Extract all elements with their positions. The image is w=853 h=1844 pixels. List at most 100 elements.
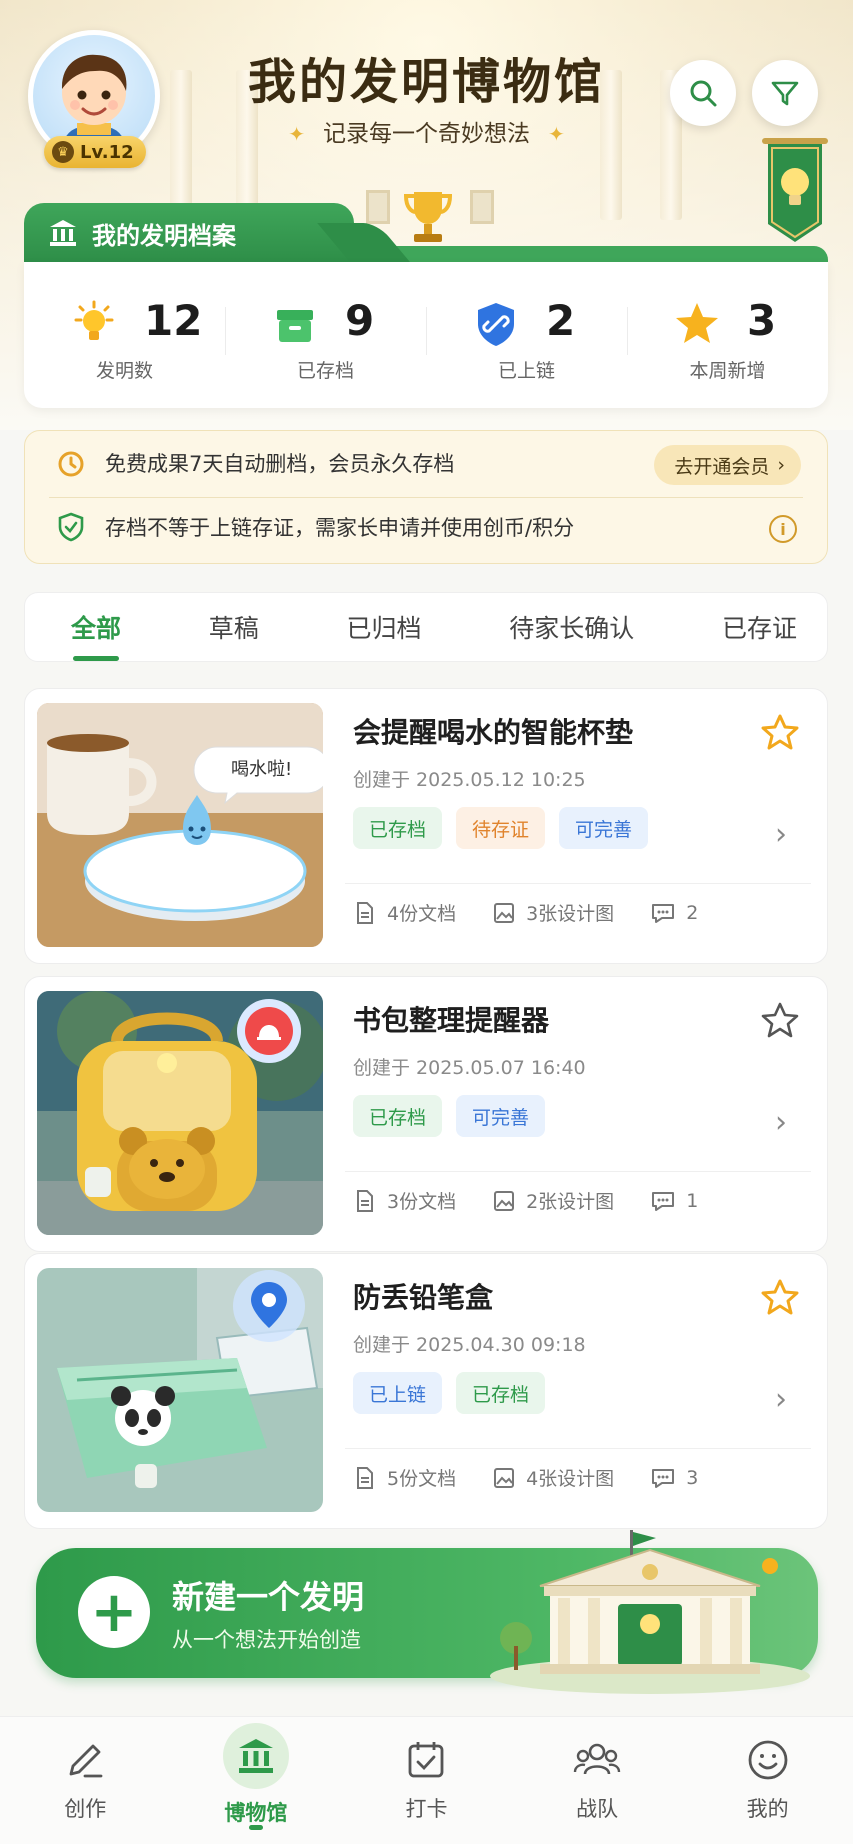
star-icon: [676, 303, 718, 343]
status-badge: 可完善: [456, 1095, 546, 1137]
comments-count: 1: [650, 1187, 698, 1214]
status-badge: 已存档: [353, 807, 443, 849]
stat-label: 本周新增: [689, 360, 766, 382]
pencil-case-image: [37, 1268, 323, 1512]
designs-count: 4张设计图: [492, 1464, 614, 1491]
star-outline-icon[interactable]: [761, 1001, 799, 1039]
filter-tabs: 全部 草稿 已归档 待家长确认 已存证: [24, 592, 828, 662]
divider: [345, 883, 811, 884]
docs-count: 4份文档: [353, 899, 456, 926]
chevron-right-icon[interactable]: ›: [775, 817, 787, 852]
open-vip-button[interactable]: 去开通会员 ›: [654, 445, 801, 485]
docs-count: 5份文档: [353, 1464, 456, 1491]
docs-label: 3份文档: [387, 1191, 457, 1213]
invention-thumbnail: [37, 991, 323, 1235]
invention-card[interactable]: 书包整理提醒器 创建于 2025.05.07 16:40 已存档 可完善 › 3…: [24, 976, 828, 1252]
museum-icon: [50, 220, 76, 246]
nav-team[interactable]: 战队: [512, 1717, 683, 1844]
image-icon: [494, 1467, 515, 1488]
notice-line-1: 免费成果7天自动删档，会员永久存档: [105, 452, 455, 476]
designs-label: 2张设计图: [526, 1191, 615, 1213]
nav-museum[interactable]: 博物馆: [171, 1717, 342, 1844]
plus-icon: +: [78, 1576, 150, 1648]
nav-label: 战队: [576, 1797, 619, 1821]
divider: [345, 1448, 811, 1449]
invention-date: 创建于 2025.05.07 16:40: [353, 1057, 586, 1079]
smiley-icon: [743, 1735, 793, 1785]
search-button[interactable]: [670, 60, 736, 126]
museum-icon: [222, 1723, 289, 1789]
chevron-right-icon: ›: [777, 454, 785, 476]
stat-weekly-new[interactable]: 3 本周新增: [627, 262, 828, 408]
invention-thumbnail: [37, 1268, 323, 1512]
status-badge: 可完善: [559, 807, 649, 849]
nav-create[interactable]: 创作: [0, 1717, 171, 1844]
nav-label: 打卡: [405, 1797, 448, 1821]
comments-label: 2: [686, 901, 699, 924]
tab-certified[interactable]: 已存证: [722, 609, 797, 645]
lightbulb-icon: [74, 300, 114, 340]
stat-label: 已存档: [296, 360, 354, 382]
sparkle-icon: ✦: [288, 122, 305, 146]
filter-button[interactable]: [752, 60, 818, 126]
status-badge: 已上链: [353, 1372, 443, 1414]
info-icon[interactable]: i: [769, 515, 797, 543]
star-filled-icon[interactable]: [761, 1278, 799, 1316]
status-badge: 已存档: [456, 1372, 546, 1414]
star-filled-icon[interactable]: [761, 713, 799, 751]
nav-label: 我的: [746, 1797, 789, 1821]
stat-value: 9: [345, 296, 375, 345]
invention-meta: 3份文档 2张设计图 1: [353, 1187, 698, 1214]
stat-archived[interactable]: 9 已存档: [225, 262, 426, 408]
invention-date: 创建于 2025.04.30 09:18: [353, 1334, 586, 1356]
notice-row-auto-delete: 免费成果7天自动删档，会员永久存档: [55, 447, 454, 479]
stat-chained[interactable]: 2 已上链: [426, 262, 627, 408]
invention-meta: 4份文档 3张设计图 2: [353, 899, 698, 926]
chevron-right-icon[interactable]: ›: [775, 1382, 787, 1417]
notice-line-2: 存档不等于上链存证，需家长申请并使用创币/积分: [105, 516, 575, 540]
tab-pending-parent[interactable]: 待家长确认: [509, 609, 634, 645]
status-badge: 已存档: [353, 1095, 443, 1137]
document-icon: [357, 1466, 373, 1489]
calendar-check-icon: [401, 1735, 451, 1785]
comment-icon: [652, 1468, 675, 1488]
comments-count: 3: [650, 1464, 698, 1491]
comments-label: 1: [686, 1189, 699, 1212]
tab-drafts[interactable]: 草稿: [209, 609, 259, 645]
invention-card[interactable]: 防丢铅笔盒 创建于 2025.04.30 09:18 已上链 已存档 › 5份文…: [24, 1253, 828, 1529]
designs-count: 3张设计图: [492, 899, 614, 926]
trophy-icon: [403, 192, 453, 242]
status-chips: 已上链 已存档: [353, 1372, 546, 1414]
chevron-right-icon[interactable]: ›: [775, 1105, 787, 1140]
archive-tab: 我的发明档案: [24, 203, 354, 263]
chain-shield-icon: [478, 303, 514, 346]
archive-box-icon: [277, 310, 313, 342]
notice-row-chain: 存档不等于上链存证，需家长申请并使用创币/积分: [55, 511, 574, 543]
smart-coaster-image: [37, 703, 323, 947]
museum-building-icon: [490, 1530, 810, 1694]
docs-label: 4份文档: [387, 903, 457, 925]
stat-label: 发明数: [95, 360, 153, 382]
shield-check-icon: [58, 512, 84, 542]
designs-count: 2张设计图: [492, 1187, 614, 1214]
invention-name: 会提醒喝水的智能杯垫: [353, 716, 634, 749]
invention-card[interactable]: 喝水啦! 会提醒喝水的智能杯垫 创建于 2025.05.12 10:25 已存档…: [24, 688, 828, 964]
comment-icon: [652, 1191, 675, 1211]
divider: [49, 497, 803, 498]
archive-tab-label: 我的发明档案: [92, 221, 236, 250]
speech-bubble-text: 喝水啦!: [231, 759, 293, 780]
search-icon: [690, 80, 717, 107]
tab-archived[interactable]: 已归档: [346, 609, 421, 645]
comments-label: 3: [686, 1466, 699, 1489]
tab-all[interactable]: 全部: [71, 609, 121, 661]
invention-name: 防丢铅笔盒: [353, 1281, 494, 1314]
docs-count: 3份文档: [353, 1187, 456, 1214]
nav-me[interactable]: 我的: [682, 1717, 853, 1844]
docs-label: 5份文档: [387, 1468, 457, 1490]
image-icon: [494, 1190, 515, 1211]
hall-frame: [366, 190, 390, 224]
filter-icon: [771, 81, 799, 106]
nav-checkin[interactable]: 打卡: [341, 1717, 512, 1844]
sparkle-icon: ✦: [548, 122, 565, 146]
stat-inventions[interactable]: 12 发明数: [24, 262, 225, 408]
